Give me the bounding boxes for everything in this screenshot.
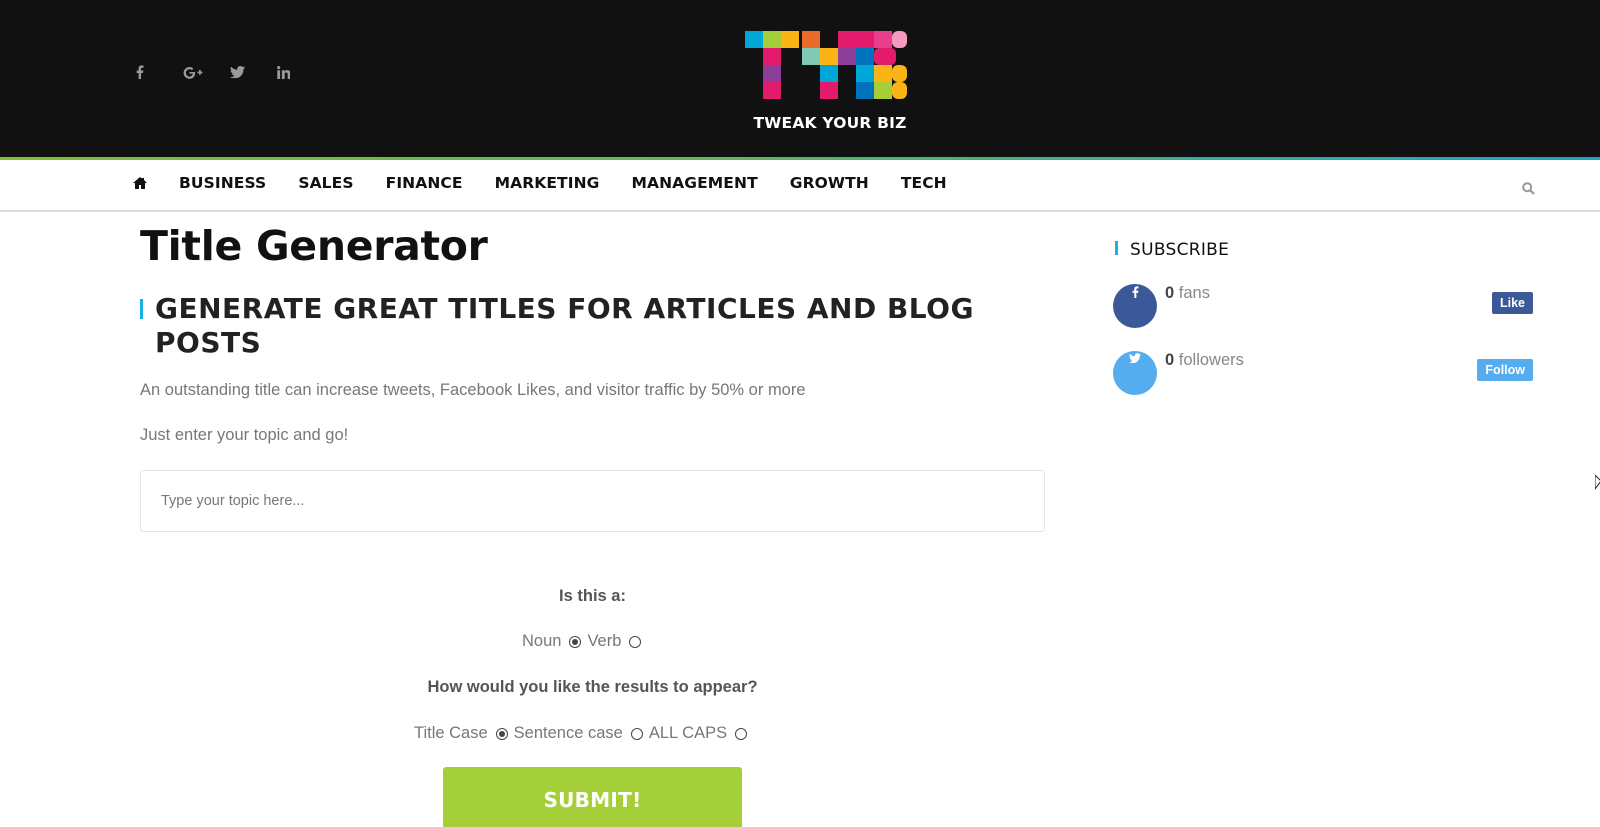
nav-items: BUSINESS SALES FINANCE MARKETING MANAGEM… bbox=[179, 174, 947, 192]
radio-noun[interactable] bbox=[569, 635, 582, 648]
linkedin-icon[interactable] bbox=[277, 62, 324, 82]
home-icon[interactable] bbox=[133, 176, 149, 192]
main-nav: BUSINESS SALES FINANCE MARKETING MANAGEM… bbox=[0, 160, 1600, 212]
radio-sentence-case[interactable] bbox=[630, 727, 643, 740]
facebook-like-button[interactable]: Like bbox=[1491, 292, 1533, 314]
nav-item-sales[interactable]: SALES bbox=[298, 174, 353, 192]
topic-input[interactable] bbox=[140, 470, 1045, 532]
facebook-circle-icon[interactable] bbox=[1113, 284, 1157, 328]
search-icon[interactable] bbox=[1522, 182, 1538, 198]
twitter-count: 0 followers bbox=[1165, 351, 1244, 369]
twitter-counter: 0 followers Follow bbox=[1113, 351, 1533, 397]
subtitle-accent bbox=[140, 299, 143, 319]
radio-title-case[interactable] bbox=[495, 727, 508, 740]
logo-text: TWEAK YOUR BIZ bbox=[753, 114, 907, 132]
nav-item-tech[interactable]: TECH bbox=[901, 174, 947, 192]
page-title: Title Generator bbox=[140, 222, 488, 270]
radio-all-caps[interactable] bbox=[735, 727, 748, 740]
google-plus-icon[interactable] bbox=[183, 62, 230, 82]
case-question: How would you like the results to appear… bbox=[427, 678, 758, 696]
option-noun-label: Noun bbox=[522, 632, 562, 650]
radio-verb[interactable] bbox=[629, 635, 642, 648]
nav-item-business[interactable]: BUSINESS bbox=[179, 174, 266, 192]
facebook-count: 0 fans bbox=[1165, 284, 1210, 302]
option-verb-label: Verb bbox=[587, 632, 622, 650]
site-logo[interactable]: TWEAK YOUR BIZ bbox=[745, 31, 915, 135]
word-type-question: Is this a: bbox=[559, 587, 626, 605]
submit-button[interactable]: SUBMIT! bbox=[443, 767, 742, 827]
intro-text: An outstanding title can increase tweets… bbox=[140, 381, 806, 399]
facebook-icon[interactable] bbox=[136, 62, 183, 82]
mouse-cursor-icon bbox=[1594, 473, 1600, 491]
twitter-follow-button[interactable]: Follow bbox=[1477, 359, 1533, 381]
site-header: TWEAK YOUR BIZ bbox=[0, 0, 1600, 157]
sidebar-title: SUBSCRIBE bbox=[1130, 240, 1230, 260]
nav-item-growth[interactable]: GROWTH bbox=[790, 174, 869, 192]
logo-mark-icon bbox=[745, 31, 907, 99]
word-type-options: Noun Verb bbox=[522, 632, 647, 651]
option-sentence-case-label: Sentence case bbox=[513, 724, 623, 742]
nav-item-finance[interactable]: FINANCE bbox=[386, 174, 463, 192]
social-links bbox=[136, 62, 324, 82]
case-options: Title Case Sentence case ALL CAPS bbox=[414, 724, 753, 743]
option-title-case-label: Title Case bbox=[414, 724, 488, 742]
facebook-counter: 0 fans Like bbox=[1113, 284, 1533, 330]
page-subtitle: GENERATE GREAT TITLES FOR ARTICLES AND B… bbox=[155, 292, 974, 359]
nav-item-management[interactable]: MANAGEMENT bbox=[631, 174, 757, 192]
sidebar-title-accent bbox=[1115, 241, 1118, 255]
nav-item-marketing[interactable]: MARKETING bbox=[495, 174, 600, 192]
twitter-icon[interactable] bbox=[230, 62, 277, 82]
intro-text-2: Just enter your topic and go! bbox=[140, 426, 349, 444]
option-all-caps-label: ALL CAPS bbox=[648, 724, 728, 742]
twitter-circle-icon[interactable] bbox=[1113, 351, 1157, 395]
